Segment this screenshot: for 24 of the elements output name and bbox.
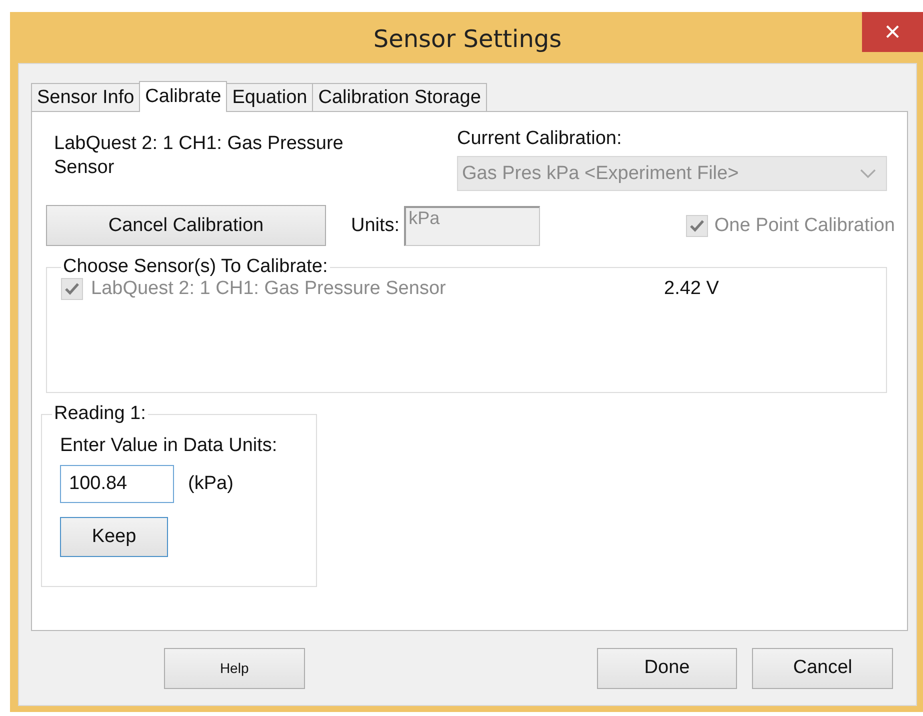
- group-legend: Choose Sensor(s) To Calibrate:: [61, 256, 330, 278]
- window-title: Sensor Settings: [373, 25, 562, 53]
- unit-label: (kPa): [188, 473, 234, 495]
- device-name: LabQuest 2: 1 CH1: Gas Pressure Sensor: [53, 132, 344, 180]
- dialog-button[interactable]: Cancel: [752, 648, 894, 688]
- value-input[interactable]: 100.84: [60, 465, 174, 503]
- group-legend: Reading 1:: [52, 403, 148, 425]
- keep-button[interactable]: Keep: [60, 517, 168, 557]
- tab[interactable]: Sensor Info: [31, 83, 140, 111]
- check-icon: [64, 282, 80, 296]
- sensor-label: LabQuest 2: 1 CH1: Gas Pressure Sensor: [91, 278, 446, 300]
- cancel-calibration-button[interactable]: Cancel Calibration: [46, 205, 326, 246]
- dialog-button[interactable]: Done: [596, 648, 738, 688]
- close-button[interactable]: ×: [862, 12, 923, 52]
- tab[interactable]: Calibration Storage: [312, 83, 487, 111]
- one-point-calibration-label: One Point Calibration: [714, 214, 895, 236]
- sensor-reading: 2.42 V: [664, 278, 720, 300]
- check-icon: [689, 218, 706, 232]
- dialog-button[interactable]: Help: [164, 648, 305, 688]
- current-calibration-label: Current Calibration:: [457, 128, 623, 150]
- tab[interactable]: Calibrate: [139, 81, 228, 112]
- chevron-down-icon: [860, 168, 876, 178]
- prompt-label: Enter Value in Data Units:: [60, 435, 278, 456]
- units-label: Units:: [351, 214, 400, 236]
